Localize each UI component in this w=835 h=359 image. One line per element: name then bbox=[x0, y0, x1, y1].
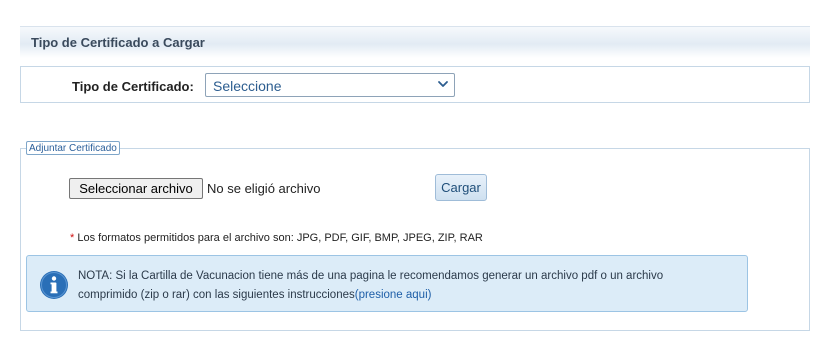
upload-button[interactable]: Cargar bbox=[435, 174, 487, 201]
required-asterisk: * bbox=[70, 232, 75, 244]
info-note-box: NOTA: Si la Cartilla de Vacunacion tiene… bbox=[26, 255, 748, 312]
allowed-formats-text: Los formatos permitidos para el archivo … bbox=[77, 232, 483, 244]
chevron-down-icon bbox=[438, 81, 448, 87]
instructions-link[interactable]: (presione aqui) bbox=[355, 289, 432, 301]
select-file-button[interactable]: Seleccionar archivo bbox=[69, 178, 203, 199]
tipo-certificado-select[interactable]: Seleccione bbox=[205, 73, 455, 97]
section-title: Tipo de Certificado a Cargar bbox=[31, 35, 205, 50]
info-note-line1: NOTA: Si la Cartilla de Vacunacion tiene… bbox=[78, 270, 664, 282]
tipo-certificado-selected-value: Seleccione bbox=[213, 78, 282, 94]
tipo-certificado-panel: Tipo de Certificado: Seleccione bbox=[20, 66, 810, 103]
info-note-text: NOTA: Si la Cartilla de Vacunacion tiene… bbox=[78, 267, 738, 305]
file-status-text: No se eligió archivo bbox=[207, 181, 321, 196]
info-note-line2: comprimido (zip o rar) con las siguiente… bbox=[78, 289, 355, 301]
tipo-certificado-label: Tipo de Certificado: bbox=[72, 79, 194, 94]
info-icon bbox=[40, 271, 68, 299]
adjuntar-certificado-legend: Adjuntar Certificado bbox=[26, 141, 120, 155]
allowed-formats-note: * Los formatos permitidos para el archiv… bbox=[70, 232, 483, 244]
section-header: Tipo de Certificado a Cargar bbox=[20, 26, 810, 58]
